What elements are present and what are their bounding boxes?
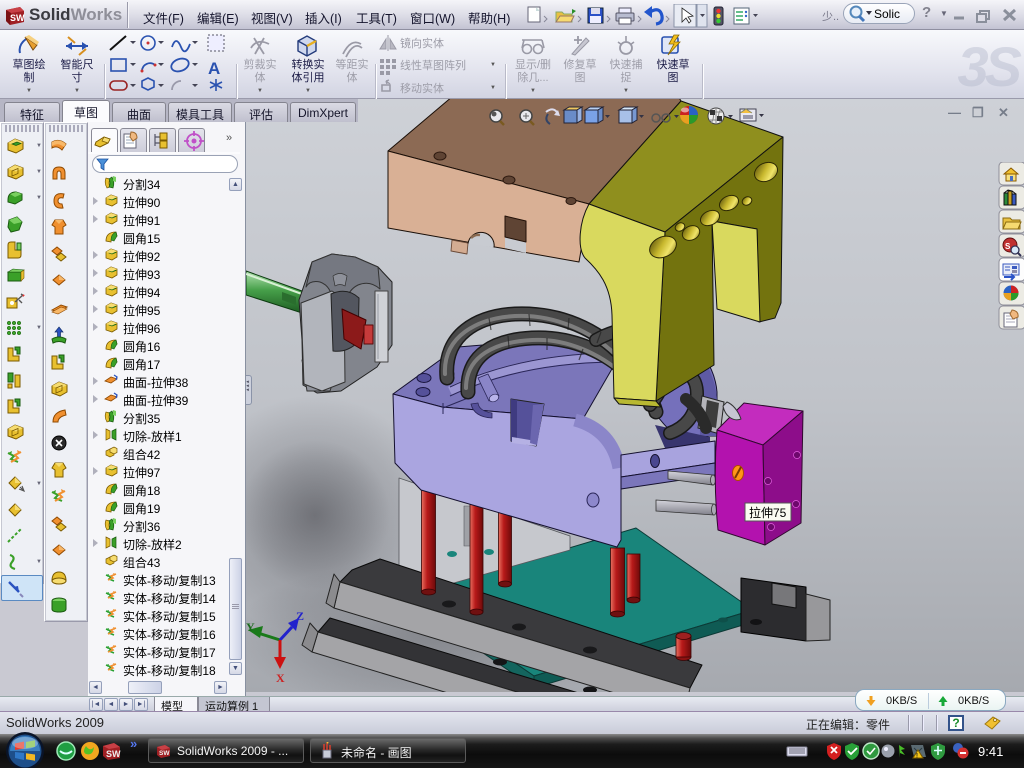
svg-text:SW: SW bbox=[106, 749, 121, 759]
svg-text:Z: Z bbox=[296, 609, 304, 623]
svg-text:Y: Y bbox=[246, 620, 255, 634]
svg-text:X: X bbox=[276, 671, 285, 685]
svg-text:A: A bbox=[208, 59, 220, 78]
svg-text:SW: SW bbox=[10, 13, 25, 23]
svg-text:Solic: Solic bbox=[874, 7, 900, 21]
svg-text:少..: 少.. bbox=[822, 10, 839, 23]
svg-text:拉伸75: 拉伸75 bbox=[749, 505, 787, 520]
svg-text:SW: SW bbox=[159, 750, 170, 757]
svg-text:!: ! bbox=[916, 754, 918, 760]
svg-text:S: S bbox=[1005, 242, 1011, 251]
